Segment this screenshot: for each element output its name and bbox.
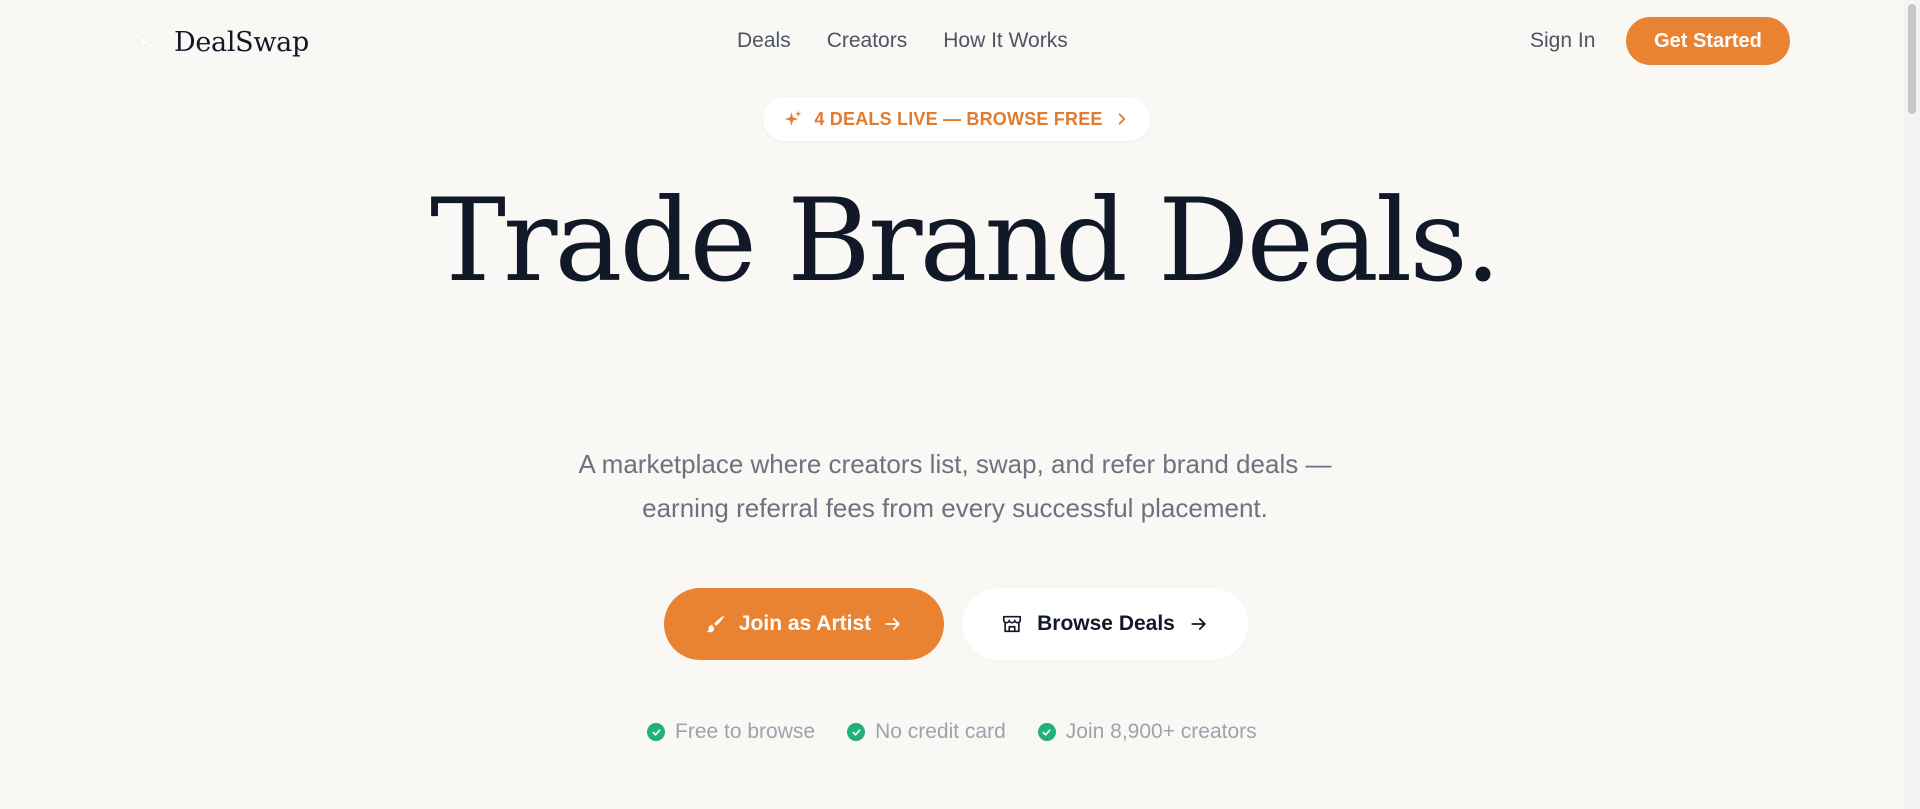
browse-deals-label: Browse Deals bbox=[1037, 612, 1175, 635]
sparkle-icon bbox=[130, 29, 156, 55]
feature-list: Free to browse No credit card Join 8,900… bbox=[647, 720, 1257, 744]
hero-headline: Trade Brand Deals. bbox=[430, 174, 1501, 307]
chevron-right-icon bbox=[1115, 112, 1129, 126]
nav-item-deals[interactable]: Deals bbox=[737, 29, 791, 53]
paintbrush-icon bbox=[705, 613, 727, 635]
feature-label: Join 8,900+ creators bbox=[1065, 720, 1257, 743]
sign-in-link[interactable]: Sign In bbox=[1530, 26, 1595, 56]
feature-item: Free to browse bbox=[647, 720, 815, 744]
feature-item: Join 8,900+ creators bbox=[1037, 720, 1257, 744]
check-circle-icon bbox=[647, 723, 665, 741]
store-icon bbox=[1001, 613, 1023, 635]
brand-name: DealSwap bbox=[174, 26, 309, 58]
badge-text: 4 DEALS LIVE — BROWSE FREE bbox=[814, 108, 1103, 129]
feature-label: No credit card bbox=[875, 720, 1006, 743]
check-circle-icon bbox=[1037, 723, 1056, 741]
join-as-artist-button[interactable]: Join as Artist bbox=[664, 588, 944, 660]
hero-subtitle-line-1: A marketplace where creators list, swap,… bbox=[578, 449, 1332, 479]
nav-item-how-it-works[interactable]: How It Works bbox=[943, 29, 1067, 53]
landing-page: DealSwap Deals Creators How It Works Sig… bbox=[0, 0, 1904, 809]
join-as-artist-label: Join as Artist bbox=[738, 612, 872, 635]
get-started-button[interactable]: Get Started bbox=[1626, 17, 1790, 65]
browse-deals-button[interactable]: Browse Deals bbox=[962, 588, 1248, 660]
sparkles-icon bbox=[784, 110, 802, 128]
brand-logo[interactable]: DealSwap bbox=[130, 22, 309, 62]
feature-label: Free to browse bbox=[675, 720, 816, 743]
deals-live-badge[interactable]: 4 DEALS LIVE — BROWSE FREE bbox=[763, 97, 1150, 141]
scrollbar-thumb[interactable] bbox=[1908, 4, 1916, 114]
hero-subtitle-line-2: earning referral fees from every success… bbox=[642, 493, 1268, 523]
arrow-right-icon bbox=[1189, 614, 1209, 634]
check-circle-icon bbox=[847, 723, 866, 741]
nav-item-creators[interactable]: Creators bbox=[827, 29, 908, 53]
feature-item: No credit card bbox=[847, 720, 1006, 744]
hero-subtitle: A marketplace where creators list, swap,… bbox=[460, 442, 1450, 530]
main-nav: Deals Creators How It Works bbox=[737, 26, 1068, 56]
page-scrollbar[interactable] bbox=[1904, 0, 1920, 809]
arrow-right-icon bbox=[883, 614, 903, 634]
